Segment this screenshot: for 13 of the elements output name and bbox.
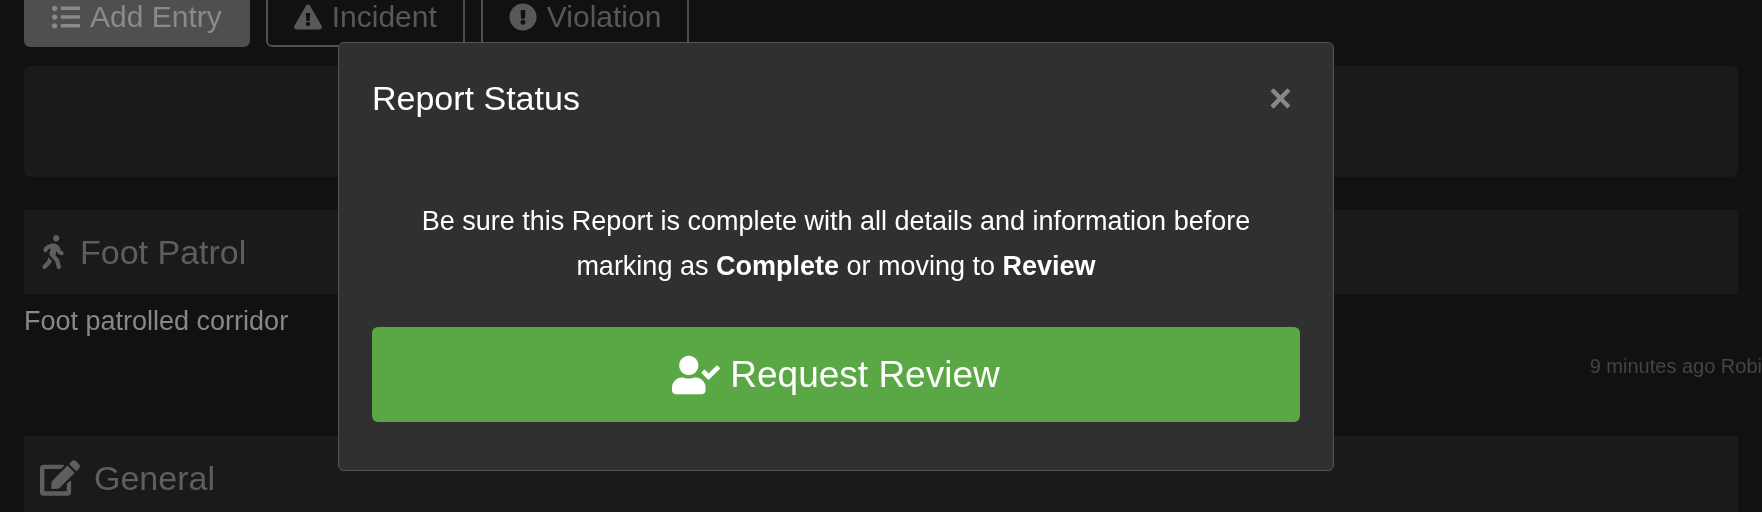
walking-person-icon (40, 235, 66, 269)
close-button[interactable]: × (1260, 78, 1300, 118)
entry-title: Foot Patrol (80, 232, 247, 272)
modal-message: Be sure this Report is complete with all details and information before marking as Complete or moving to Review (420, 205, 1252, 283)
edit-icon (40, 460, 80, 496)
entry-title: General (94, 458, 215, 498)
warning-icon (293, 2, 322, 31)
alert-icon (508, 2, 537, 31)
modal-title: Report Status (372, 78, 580, 118)
toolbar-button[interactable]: Add Entry (24, 0, 250, 47)
user-check-icon (672, 354, 721, 395)
entry-text: Foot patrolled corridor (24, 306, 289, 337)
request-review-button[interactable]: Request Review (372, 327, 1300, 422)
